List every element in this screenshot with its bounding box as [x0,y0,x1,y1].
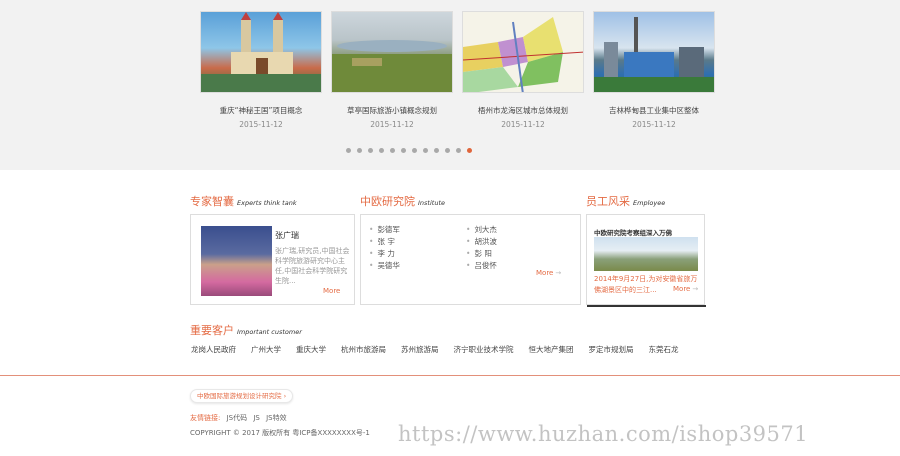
more-label[interactable]: More [323,287,340,295]
client-item[interactable]: 罗定市规划局 [589,344,634,355]
project-caption[interactable]: 重庆“神秘王国”项目概念 [200,105,322,116]
carousel-dot[interactable] [346,148,351,153]
carousel-dot[interactable] [445,148,450,153]
employee-more-link[interactable]: More → [673,285,698,293]
experts-title[interactable]: 专家智囊 [190,195,234,208]
project-thumbnail[interactable] [331,11,453,93]
clients-subtitle: Important customer [237,328,302,336]
experts-panel: 张广瑞 张广瑞,研究员,中国社会科学院旅游研究中心主任,中国社会科学院研究生院.… [190,214,355,305]
carousel-dot[interactable] [368,148,373,153]
carousel-dot[interactable] [401,148,406,153]
institute-heading[interactable]: 中欧研究院 Institute [360,193,445,209]
experts-heading[interactable]: 专家智囊 Experts think tank [190,193,297,209]
footer-divider [0,375,900,376]
chevron-right-icon: › [283,392,287,400]
panel-underline [587,305,706,307]
client-item[interactable]: 龙岗人民政府 [191,344,236,355]
client-list: 龙岗人民政府 广州大学 重庆大学 杭州市旅游局 苏州旅游局 济宁职业技术学院 恒… [191,344,679,355]
carousel-dot[interactable] [357,148,362,153]
carousel-dot-active[interactable] [467,148,472,153]
experts-subtitle: Experts think tank [237,199,297,207]
project-caption[interactable]: 梧州市龙海区城市总体规划 [462,105,584,116]
carousel-card[interactable]: 吉林桦甸县工业集中区整体 2015-11-12 [593,11,715,129]
carousel-dot[interactable] [456,148,461,153]
institute-panel: 彭德军 张 宇 李 力 吴德华 刘大杰 胡洪波 彭 阳 吕俊怀 More→ [360,214,581,305]
friend-links-label: 友情链接: [190,414,221,422]
project-thumbnail[interactable] [200,11,322,93]
carousel-pagination [346,148,472,154]
institute-member[interactable]: 彭德军 [369,224,400,236]
arrow-right-icon: → [692,285,699,293]
project-thumbnail[interactable] [593,11,715,93]
institute-subtitle: Institute [418,199,445,207]
carousel-dot[interactable] [423,148,428,153]
carousel-dot[interactable] [390,148,395,153]
project-date: 2015-11-12 [501,120,545,129]
experts-more-link[interactable]: More [323,287,340,295]
client-item[interactable]: 杭州市旅游局 [341,344,386,355]
client-item[interactable]: 济宁职业技术学院 [454,344,514,355]
project-date: 2015-11-12 [370,120,414,129]
client-item[interactable]: 恒大地产集团 [529,344,574,355]
project-date: 2015-11-12 [239,120,283,129]
institute-member[interactable]: 张 宇 [369,236,400,248]
institute-member[interactable]: 吕俊怀 [466,260,497,272]
institute-list: 刘大杰 胡洪波 彭 阳 吕俊怀 [466,224,497,272]
client-item[interactable]: 重庆大学 [296,344,326,355]
client-item[interactable]: 广州大学 [251,344,281,355]
friend-links: 友情链接: JS代码 JS JS特效 [190,413,287,423]
expert-photo[interactable] [201,226,272,296]
employee-subtitle: Employee [633,199,666,207]
institute-list: 彭德军 张 宇 李 力 吴德华 [369,224,400,272]
carousel-card[interactable]: 草亭国际旅游小镇概念规划 2015-11-12 [331,11,453,129]
project-thumbnail[interactable] [462,11,584,93]
carousel-dot[interactable] [434,148,439,153]
client-item[interactable]: 苏州旅游局 [401,344,439,355]
carousel-card[interactable]: 重庆“神秘王国”项目概念 2015-11-12 [200,11,322,129]
institute-more-link[interactable]: More → [536,269,561,277]
institute-member[interactable]: 李 力 [369,248,400,260]
friend-link[interactable]: JS代码 [227,414,248,422]
footer-org-badge[interactable]: 中欧国际旅游规划设计研究院 › [190,389,294,403]
institute-member[interactable]: 刘大杰 [466,224,497,236]
clients-heading: 重要客户 Important customer [190,322,302,338]
expert-bio: 张广瑞,研究员,中国社会科学院旅游研究中心主任,中国社会科学院研究生院... [275,247,350,285]
employee-panel: 中欧研究院考察组深入万佛 2014年9月27日,为对安徽省旅万佛湖景区中的三江.… [586,214,706,307]
footer-org-label[interactable]: 中欧国际旅游规划设计研究院 [197,392,282,400]
project-caption[interactable]: 吉林桦甸县工业集中区整体 [593,105,715,116]
employee-heading[interactable]: 员工风采 Employee [586,193,665,209]
employee-news-title[interactable]: 中欧研究院考察组深入万佛 [594,227,672,237]
institute-title[interactable]: 中欧研究院 [360,195,415,208]
institute-member[interactable]: 彭 阳 [466,248,497,260]
employee-title[interactable]: 员工风采 [586,195,630,208]
project-date: 2015-11-12 [632,120,676,129]
institute-member[interactable]: 胡洪波 [466,236,497,248]
expert-name[interactable]: 张广瑞 [275,230,299,241]
carousel-dot[interactable] [412,148,417,153]
friend-link[interactable]: JS特效 [266,414,287,422]
copyright-text: COPYRIGHT © 2017 版权所有 粤ICP备XXXXXXXX号-1 [190,429,370,437]
more-label[interactable]: More [673,285,690,293]
clients-title: 重要客户 [190,324,234,337]
arrow-right-icon: → [555,269,562,277]
carousel-card[interactable]: 梧州市龙海区城市总体规划 2015-11-12 [462,11,584,129]
project-caption[interactable]: 草亭国际旅游小镇概念规划 [331,105,453,116]
more-label[interactable]: More [536,269,553,277]
friend-link[interactable]: JS [253,414,260,422]
carousel-dot[interactable] [379,148,384,153]
employee-news-photo[interactable] [594,237,698,271]
institute-member[interactable]: 吴德华 [369,260,400,272]
site-watermark: https://www.huzhan.com/ishop39571 [398,422,809,446]
client-item[interactable]: 东莞石龙 [649,344,679,355]
project-carousel: 重庆“神秘王国”项目概念 2015-11-12 草亭国际旅游小镇概念规划 201… [0,0,900,170]
